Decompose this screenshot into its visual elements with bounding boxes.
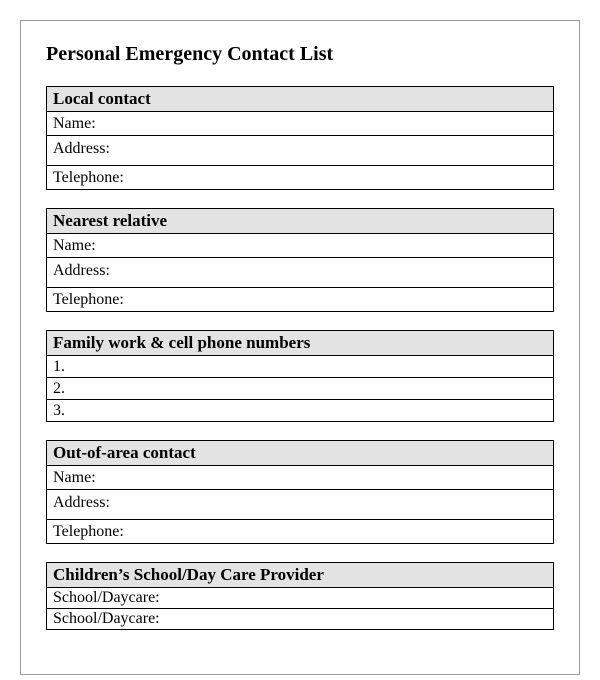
relative-address-field[interactable] <box>147 258 554 288</box>
relative-address-label: Address: <box>47 258 147 288</box>
local-contact-header: Local contact <box>47 87 554 112</box>
outarea-telephone-field[interactable] <box>147 520 554 544</box>
page-title: Personal Emergency Contact List <box>46 43 554 66</box>
section-family-phones: Family work & cell phone numbers 1. 2. 3… <box>46 330 554 422</box>
out-of-area-table: Out-of-area contact Name: Address: Telep… <box>46 440 554 544</box>
outarea-name-field[interactable] <box>147 466 554 490</box>
school-row-2[interactable]: School/Daycare: <box>47 609 554 630</box>
section-school-daycare: Children’s School/Day Care Provider Scho… <box>46 562 554 630</box>
school-daycare-table: Children’s School/Day Care Provider Scho… <box>46 562 554 630</box>
local-telephone-field[interactable] <box>147 166 554 190</box>
local-name-field[interactable] <box>147 112 554 136</box>
form-page: Personal Emergency Contact List Local co… <box>20 20 580 675</box>
section-out-of-area: Out-of-area contact Name: Address: Telep… <box>46 440 554 544</box>
school-daycare-header: Children’s School/Day Care Provider <box>47 563 554 588</box>
local-contact-table: Local contact Name: Address: Telephone: <box>46 86 554 190</box>
phone-row-3[interactable]: 3. <box>47 400 554 422</box>
family-phones-header: Family work & cell phone numbers <box>47 331 554 356</box>
outarea-telephone-label: Telephone: <box>47 520 147 544</box>
outarea-name-label: Name: <box>47 466 147 490</box>
section-local-contact: Local contact Name: Address: Telephone: <box>46 86 554 190</box>
nearest-relative-table: Nearest relative Name: Address: Telephon… <box>46 208 554 312</box>
nearest-relative-header: Nearest relative <box>47 209 554 234</box>
outarea-address-label: Address: <box>47 490 147 520</box>
local-name-label: Name: <box>47 112 147 136</box>
relative-name-label: Name: <box>47 234 147 258</box>
relative-telephone-label: Telephone: <box>47 288 147 312</box>
family-phones-table: Family work & cell phone numbers 1. 2. 3… <box>46 330 554 422</box>
local-address-label: Address: <box>47 136 147 166</box>
relative-telephone-field[interactable] <box>147 288 554 312</box>
school-row-1[interactable]: School/Daycare: <box>47 588 554 609</box>
out-of-area-header: Out-of-area contact <box>47 441 554 466</box>
section-nearest-relative: Nearest relative Name: Address: Telephon… <box>46 208 554 312</box>
phone-row-1[interactable]: 1. <box>47 356 554 378</box>
relative-name-field[interactable] <box>147 234 554 258</box>
phone-row-2[interactable]: 2. <box>47 378 554 400</box>
local-address-field[interactable] <box>147 136 554 166</box>
outarea-address-field[interactable] <box>147 490 554 520</box>
local-telephone-label: Telephone: <box>47 166 147 190</box>
